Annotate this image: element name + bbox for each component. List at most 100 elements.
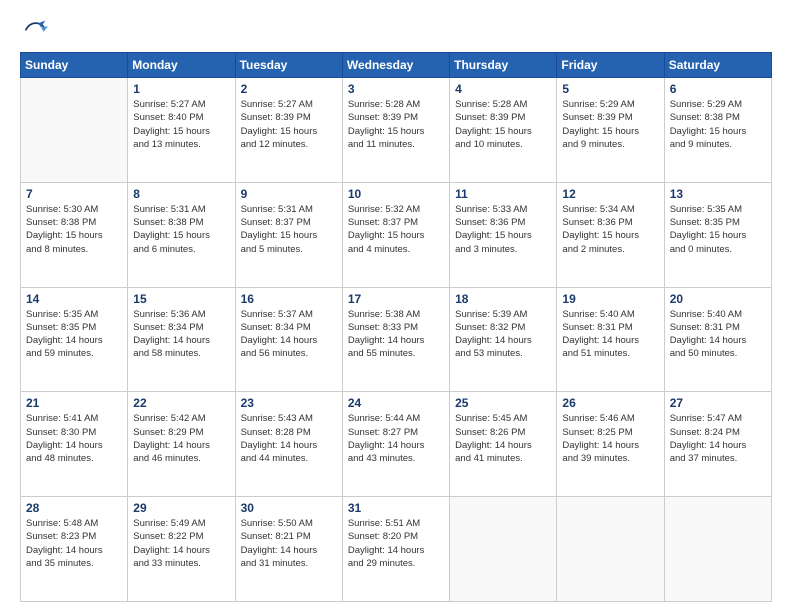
day-info: Sunrise: 5:47 AMSunset: 8:24 PMDaylight:… [670,412,766,465]
day-number: 3 [348,82,444,96]
day-info: Sunrise: 5:49 AMSunset: 8:22 PMDaylight:… [133,517,229,570]
day-info: Sunrise: 5:35 AMSunset: 8:35 PMDaylight:… [26,308,122,361]
calendar-cell: 12 Sunrise: 5:34 AMSunset: 8:36 PMDayligh… [557,182,664,287]
day-info: Sunrise: 5:50 AMSunset: 8:21 PMDaylight:… [241,517,337,570]
logo [20,16,52,44]
day-info: Sunrise: 5:28 AMSunset: 8:39 PMDaylight:… [348,98,444,151]
day-number: 5 [562,82,658,96]
calendar-cell: 23 Sunrise: 5:43 AMSunset: 8:28 PMDayligh… [235,392,342,497]
day-info: Sunrise: 5:27 AMSunset: 8:40 PMDaylight:… [133,98,229,151]
day-info: Sunrise: 5:32 AMSunset: 8:37 PMDaylight:… [348,203,444,256]
day-info: Sunrise: 5:42 AMSunset: 8:29 PMDaylight:… [133,412,229,465]
calendar-cell: 11 Sunrise: 5:33 AMSunset: 8:36 PMDayligh… [450,182,557,287]
calendar-cell: 4 Sunrise: 5:28 AMSunset: 8:39 PMDaylight… [450,78,557,183]
calendar-week-row: 1 Sunrise: 5:27 AMSunset: 8:40 PMDaylight… [21,78,772,183]
day-info: Sunrise: 5:40 AMSunset: 8:31 PMDaylight:… [562,308,658,361]
day-number: 23 [241,396,337,410]
calendar-cell: 31Sunrise: 5:51 AMSunset: 8:20 PMDayligh… [342,497,449,602]
day-number: 4 [455,82,551,96]
day-info: Sunrise: 5:30 AMSunset: 8:38 PMDaylight:… [26,203,122,256]
day-number: 27 [670,396,766,410]
day-number: 25 [455,396,551,410]
day-number: 18 [455,292,551,306]
calendar-header-wednesday: Wednesday [342,53,449,78]
day-number: 7 [26,187,122,201]
calendar-cell: 30Sunrise: 5:50 AMSunset: 8:21 PMDayligh… [235,497,342,602]
day-number: 26 [562,396,658,410]
header [20,16,772,44]
calendar-cell: 16 Sunrise: 5:37 AMSunset: 8:34 PMDayligh… [235,287,342,392]
calendar-cell: 21 Sunrise: 5:41 AMSunset: 8:30 PMDayligh… [21,392,128,497]
page: SundayMondayTuesdayWednesdayThursdayFrid… [0,0,792,612]
calendar-cell: 19 Sunrise: 5:40 AMSunset: 8:31 PMDayligh… [557,287,664,392]
day-number: 13 [670,187,766,201]
calendar-cell: 24Sunrise: 5:44 AMSunset: 8:27 PMDayligh… [342,392,449,497]
day-number: 2 [241,82,337,96]
day-info: Sunrise: 5:37 AMSunset: 8:34 PMDaylight:… [241,308,337,361]
calendar-header-thursday: Thursday [450,53,557,78]
calendar-cell: 7 Sunrise: 5:30 AMSunset: 8:38 PMDaylight… [21,182,128,287]
calendar-cell [664,497,771,602]
calendar-cell: 18 Sunrise: 5:39 AMSunset: 8:32 PMDayligh… [450,287,557,392]
calendar-header-monday: Monday [128,53,235,78]
calendar-week-row: 21 Sunrise: 5:41 AMSunset: 8:30 PMDayligh… [21,392,772,497]
calendar-cell: 22 Sunrise: 5:42 AMSunset: 8:29 PMDayligh… [128,392,235,497]
calendar-header-saturday: Saturday [664,53,771,78]
day-number: 1 [133,82,229,96]
calendar-cell: 5 Sunrise: 5:29 AMSunset: 8:39 PMDaylight… [557,78,664,183]
day-info: Sunrise: 5:44 AMSunset: 8:27 PMDaylight:… [348,412,444,465]
calendar-cell: 20Sunrise: 5:40 AMSunset: 8:31 PMDayligh… [664,287,771,392]
calendar-cell: 27 Sunrise: 5:47 AMSunset: 8:24 PMDayligh… [664,392,771,497]
day-number: 20 [670,292,766,306]
day-number: 12 [562,187,658,201]
day-number: 9 [241,187,337,201]
day-number: 28 [26,501,122,515]
day-info: Sunrise: 5:35 AMSunset: 8:35 PMDaylight:… [670,203,766,256]
day-info: Sunrise: 5:51 AMSunset: 8:20 PMDaylight:… [348,517,444,570]
calendar-cell: 29 Sunrise: 5:49 AMSunset: 8:22 PMDayligh… [128,497,235,602]
day-number: 10 [348,187,444,201]
day-number: 19 [562,292,658,306]
day-info: Sunrise: 5:41 AMSunset: 8:30 PMDaylight:… [26,412,122,465]
day-info: Sunrise: 5:48 AMSunset: 8:23 PMDaylight:… [26,517,122,570]
day-number: 16 [241,292,337,306]
day-number: 15 [133,292,229,306]
day-info: Sunrise: 5:33 AMSunset: 8:36 PMDaylight:… [455,203,551,256]
calendar-cell: 2Sunrise: 5:27 AMSunset: 8:39 PMDaylight… [235,78,342,183]
day-info: Sunrise: 5:46 AMSunset: 8:25 PMDaylight:… [562,412,658,465]
day-number: 6 [670,82,766,96]
calendar-cell: 14 Sunrise: 5:35 AMSunset: 8:35 PMDayligh… [21,287,128,392]
calendar-week-row: 7 Sunrise: 5:30 AMSunset: 8:38 PMDaylight… [21,182,772,287]
day-number: 14 [26,292,122,306]
day-number: 21 [26,396,122,410]
day-info: Sunrise: 5:29 AMSunset: 8:39 PMDaylight:… [562,98,658,151]
calendar-cell: 17Sunrise: 5:38 AMSunset: 8:33 PMDayligh… [342,287,449,392]
calendar-header-row: SundayMondayTuesdayWednesdayThursdayFrid… [21,53,772,78]
day-number: 29 [133,501,229,515]
calendar-cell: 26 Sunrise: 5:46 AMSunset: 8:25 PMDayligh… [557,392,664,497]
calendar-cell: 25 Sunrise: 5:45 AMSunset: 8:26 PMDayligh… [450,392,557,497]
day-number: 22 [133,396,229,410]
day-info: Sunrise: 5:45 AMSunset: 8:26 PMDaylight:… [455,412,551,465]
calendar-cell: 15 Sunrise: 5:36 AMSunset: 8:34 PMDayligh… [128,287,235,392]
calendar-week-row: 28 Sunrise: 5:48 AMSunset: 8:23 PMDayligh… [21,497,772,602]
calendar-cell [557,497,664,602]
calendar-cell: 6 Sunrise: 5:29 AMSunset: 8:38 PMDaylight… [664,78,771,183]
day-info: Sunrise: 5:31 AMSunset: 8:38 PMDaylight:… [133,203,229,256]
calendar-cell: 1 Sunrise: 5:27 AMSunset: 8:40 PMDaylight… [128,78,235,183]
calendar-cell: 10 Sunrise: 5:32 AMSunset: 8:37 PMDayligh… [342,182,449,287]
calendar-cell: 8 Sunrise: 5:31 AMSunset: 8:38 PMDaylight… [128,182,235,287]
calendar-header-sunday: Sunday [21,53,128,78]
calendar-cell: 3 Sunrise: 5:28 AMSunset: 8:39 PMDaylight… [342,78,449,183]
day-info: Sunrise: 5:36 AMSunset: 8:34 PMDaylight:… [133,308,229,361]
day-number: 8 [133,187,229,201]
day-info: Sunrise: 5:43 AMSunset: 8:28 PMDaylight:… [241,412,337,465]
day-info: Sunrise: 5:29 AMSunset: 8:38 PMDaylight:… [670,98,766,151]
logo-icon [20,16,48,44]
day-info: Sunrise: 5:34 AMSunset: 8:36 PMDaylight:… [562,203,658,256]
calendar-cell: 13 Sunrise: 5:35 AMSunset: 8:35 PMDayligh… [664,182,771,287]
day-info: Sunrise: 5:28 AMSunset: 8:39 PMDaylight:… [455,98,551,151]
calendar-week-row: 14 Sunrise: 5:35 AMSunset: 8:35 PMDayligh… [21,287,772,392]
day-info: Sunrise: 5:39 AMSunset: 8:32 PMDaylight:… [455,308,551,361]
day-number: 11 [455,187,551,201]
